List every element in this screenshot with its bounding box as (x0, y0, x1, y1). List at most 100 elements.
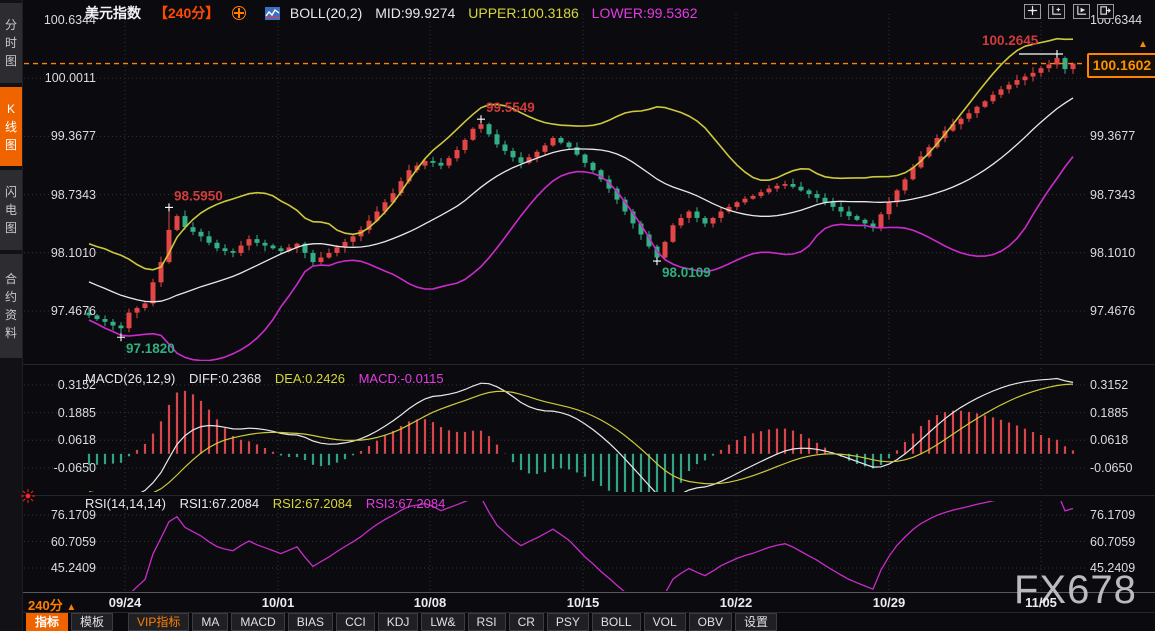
y-axis-label: 97.4676 (26, 304, 96, 318)
svg-text:97.1820: 97.1820 (126, 341, 175, 356)
live-dot-icon[interactable] (21, 489, 35, 503)
y-axis-label: 76.1709 (1090, 508, 1154, 522)
svg-text:100.2645: 100.2645 (982, 33, 1039, 48)
pan-right-tool-icon[interactable] (1097, 4, 1114, 19)
svg-text:98.5950: 98.5950 (174, 188, 223, 203)
boll-lower-value: LOWER:99.5362 (592, 5, 698, 21)
sidebar-tab-1[interactable]: 分时图 (0, 3, 22, 83)
y-axis-label: 0.1885 (1090, 406, 1154, 420)
x-axis-date-label: 10/08 (414, 595, 447, 610)
y-axis-label: 99.3677 (26, 129, 96, 143)
move-tool-icon[interactable] (1024, 4, 1041, 19)
current-price-tag: 100.1602 (1087, 53, 1155, 78)
toolbar-button-BIAS[interactable]: BIAS (288, 613, 333, 631)
sidebar-tab-char: K (7, 100, 15, 118)
sidebar-tab-3[interactable]: 闪电图 (0, 170, 22, 250)
svg-text:98.0109: 98.0109 (662, 265, 711, 280)
toolbar-button-设置[interactable]: 设置 (735, 613, 777, 631)
play-forward-tool-icon[interactable] (1073, 4, 1090, 19)
toolbar-button-MACD[interactable]: MACD (231, 613, 284, 631)
x-axis-date-label: 10/15 (567, 595, 600, 610)
rsi1-value: RSI1:67.2084 (180, 496, 260, 511)
price-up-arrow-icon: ▲ (1138, 40, 1148, 50)
x-axis-date-label: 09/24 (109, 595, 142, 610)
sidebar-tab-char: 闪 (5, 183, 17, 201)
macd-dea-value: DEA:0.2426 (275, 371, 345, 386)
x-axis-date-label: 11/05 (1025, 595, 1057, 610)
y-axis-label: 0.0618 (26, 433, 96, 447)
macd-diff-value: DIFF:0.2368 (189, 371, 261, 386)
y-axis-label: 60.7059 (1090, 535, 1154, 549)
y-axis-label: -0.0650 (26, 461, 96, 475)
toolbar-button-VIP指标[interactable]: VIP指标 (128, 613, 189, 631)
chart-header: 美元指数 【240分】 BOLL(20,2) MID:99.9274 UPPER… (85, 5, 707, 21)
toolbar-button-模板[interactable]: 模板 (71, 613, 113, 631)
svg-text:99.5549: 99.5549 (486, 100, 535, 115)
toolbar-button-指标[interactable]: 指标 (26, 613, 68, 631)
y-axis-label: 99.3677 (1090, 129, 1154, 143)
y-axis-label: 60.7059 (26, 535, 96, 549)
chart-background (0, 0, 1155, 631)
toolbar-button-RSI[interactable]: RSI (468, 613, 506, 631)
toolbar-button-KDJ[interactable]: KDJ (378, 613, 419, 631)
sidebar-tab-char: 资 (5, 306, 17, 324)
crosshair-circle-icon[interactable] (232, 6, 246, 20)
zoom-in-tool-icon[interactable] (1048, 4, 1065, 19)
toolbar-button-MA[interactable]: MA (192, 613, 228, 631)
rsi3-value: RSI3:67.2084 (366, 496, 446, 511)
x-axis-date-label: 10/29 (873, 595, 906, 610)
sidebar-tab-char: 图 (5, 52, 17, 70)
toolbar-button-BOLL[interactable]: BOLL (592, 613, 641, 631)
toolbar-button-OBV[interactable]: OBV (689, 613, 732, 631)
y-axis-label: 100.0011 (26, 71, 96, 85)
sidebar-tab-char: 时 (5, 34, 17, 52)
sidebar-tab-char: 约 (5, 288, 17, 306)
toolbar-button-PSY[interactable]: PSY (547, 613, 589, 631)
boll-mid-value: MID:99.9274 (375, 5, 455, 21)
x-axis-date-label: 10/01 (262, 595, 295, 610)
y-axis-label: 0.0618 (1090, 433, 1154, 447)
rsi-title: RSI(14,14,14) (85, 496, 166, 511)
sidebar-tab-2[interactable]: K线图 (0, 87, 22, 166)
y-axis-label: 98.1010 (1090, 246, 1154, 260)
indicator-toolbar: 指标模板 VIP指标MAMACDBIASCCIKDJLW&RSICRPSYBOLL… (26, 612, 780, 631)
y-axis-label: 45.2409 (26, 561, 96, 575)
sidebar-tab-char: 图 (5, 219, 17, 237)
boll-upper-value: UPPER:100.3186 (468, 5, 579, 21)
y-axis-label: 0.3152 (1090, 378, 1154, 392)
macd-title: MACD(26,12,9) (85, 371, 175, 386)
sidebar-tab-char: 电 (5, 201, 17, 219)
rsi2-value: RSI2:67.2084 (273, 496, 353, 511)
macd-header: MACD(26,12,9) DIFF:0.2368 DEA:0.2426 MAC… (85, 371, 454, 386)
sidebar-tab-4[interactable]: 合约资料 (0, 254, 22, 358)
y-axis-label: 97.4676 (1090, 304, 1154, 318)
y-axis-label: 98.7343 (26, 188, 96, 202)
toolbar-button-CR[interactable]: CR (509, 613, 544, 631)
y-axis-label: 98.1010 (26, 246, 96, 260)
sidebar-tab-char: 料 (5, 324, 17, 342)
period-selector-label: 240分 (28, 598, 63, 613)
toolbar-button-LW&[interactable]: LW& (421, 613, 464, 631)
sidebar-tab-char: 合 (5, 270, 17, 288)
rsi-header: RSI(14,14,14) RSI1:67.2084 RSI2:67.2084 … (85, 496, 455, 511)
sidebar-tab-char: 线 (5, 118, 17, 136)
x-axis-date-label: 10/22 (720, 595, 753, 610)
boll-label: BOLL(20,2) (290, 5, 362, 21)
y-axis-label: 100.6344 (26, 13, 96, 27)
sidebar-tab-char: 图 (5, 136, 17, 154)
app-root: 97.182098.595099.554998.0109100.2645 分时图… (0, 0, 1155, 631)
period-label: 【240分】 (154, 5, 219, 21)
sidebar-tab-char: 分 (5, 16, 17, 34)
toolbar-button-VOL[interactable]: VOL (644, 613, 686, 631)
sidebar: 分时图K线图闪电图合约资料 (0, 0, 23, 631)
toolbar-button-CCI[interactable]: CCI (336, 613, 375, 631)
y-axis-label: 0.3152 (26, 378, 96, 392)
y-axis-label: -0.0650 (1090, 461, 1154, 475)
macd-macd-value: MACD:-0.0115 (359, 371, 444, 386)
chart-style-icon[interactable] (265, 7, 284, 23)
y-axis-label: 98.7343 (1090, 188, 1154, 202)
y-axis-label: 76.1709 (26, 508, 96, 522)
chart-canvas: 97.1820 98.5950 99.5549 98.0109 100.2645 (0, 0, 1155, 631)
chart-tools (1021, 3, 1114, 21)
y-axis-label: 0.1885 (26, 406, 96, 420)
